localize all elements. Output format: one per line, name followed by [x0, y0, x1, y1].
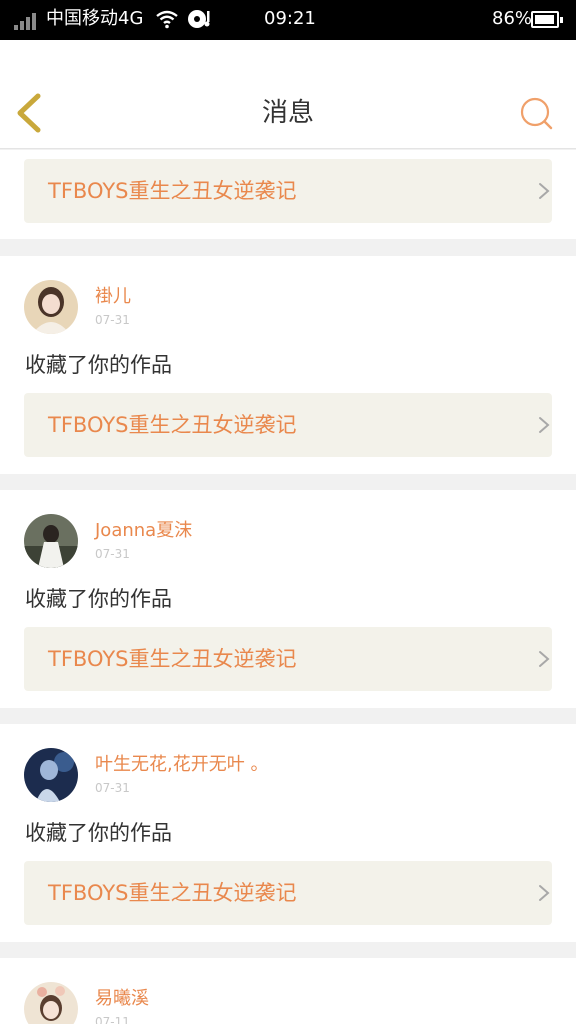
chevron-right-icon — [539, 651, 550, 667]
avatar[interactable] — [24, 280, 78, 334]
battery-icon — [531, 11, 563, 28]
avatar[interactable] — [24, 982, 78, 1024]
user-name[interactable]: 褂儿 — [95, 286, 131, 308]
message-date: 07-31 — [95, 547, 130, 561]
page-title: 消息 — [261, 98, 314, 128]
app-header: 消息 — [0, 40, 576, 149]
avatar[interactable] — [24, 748, 78, 802]
story-card[interactable]: TFBOYS重生之丑女逆袭记 — [24, 861, 552, 925]
wifi-icon — [156, 10, 178, 29]
search-icon[interactable] — [519, 96, 555, 132]
message-date: 07-31 — [95, 781, 130, 795]
chevron-right-icon — [539, 183, 550, 199]
avatar[interactable] — [24, 514, 78, 568]
clock: 09:21 — [264, 8, 316, 29]
story-card[interactable]: TFBOYS重生之丑女逆袭记 — [24, 159, 552, 223]
signal-icon — [14, 10, 42, 30]
message-item: 叶生无花,花开无叶 。 07-31 收藏了你的作品 TFBOYS重生之丑女逆袭记 — [0, 724, 576, 942]
chevron-right-icon — [539, 417, 550, 433]
message-item: Joanna夏沫 07-31 收藏了你的作品 TFBOYS重生之丑女逆袭记 — [0, 490, 576, 708]
message-text: 收藏了你的作品 — [25, 353, 172, 377]
chevron-right-icon — [539, 885, 550, 901]
status-bar: 中国移动4G 09:21 86% — [0, 0, 576, 40]
story-title: TFBOYS重生之丑女逆袭记 — [48, 413, 297, 437]
story-card[interactable]: TFBOYS重生之丑女逆袭记 — [24, 393, 552, 457]
user-name[interactable]: Joanna夏沫 — [95, 520, 192, 542]
message-item: TFBOYS重生之丑女逆袭记 — [0, 150, 576, 239]
message-item: 易曦溪 07-11 — [0, 958, 576, 1024]
message-date: 07-11 — [95, 1015, 130, 1024]
user-name[interactable]: 叶生无花,花开无叶 。 — [95, 754, 268, 776]
music-icon — [188, 10, 210, 28]
message-text: 收藏了你的作品 — [25, 821, 172, 845]
message-date: 07-31 — [95, 313, 130, 327]
carrier-label: 中国移动4G — [46, 8, 144, 29]
user-name[interactable]: 易曦溪 — [95, 988, 149, 1010]
battery-percent: 86% — [492, 8, 533, 29]
message-text: 收藏了你的作品 — [25, 587, 172, 611]
story-title: TFBOYS重生之丑女逆袭记 — [48, 647, 297, 671]
message-item: 褂儿 07-31 收藏了你的作品 TFBOYS重生之丑女逆袭记 — [0, 256, 576, 474]
story-card[interactable]: TFBOYS重生之丑女逆袭记 — [24, 627, 552, 691]
story-title: TFBOYS重生之丑女逆袭记 — [48, 881, 297, 905]
story-title: TFBOYS重生之丑女逆袭记 — [48, 179, 297, 203]
